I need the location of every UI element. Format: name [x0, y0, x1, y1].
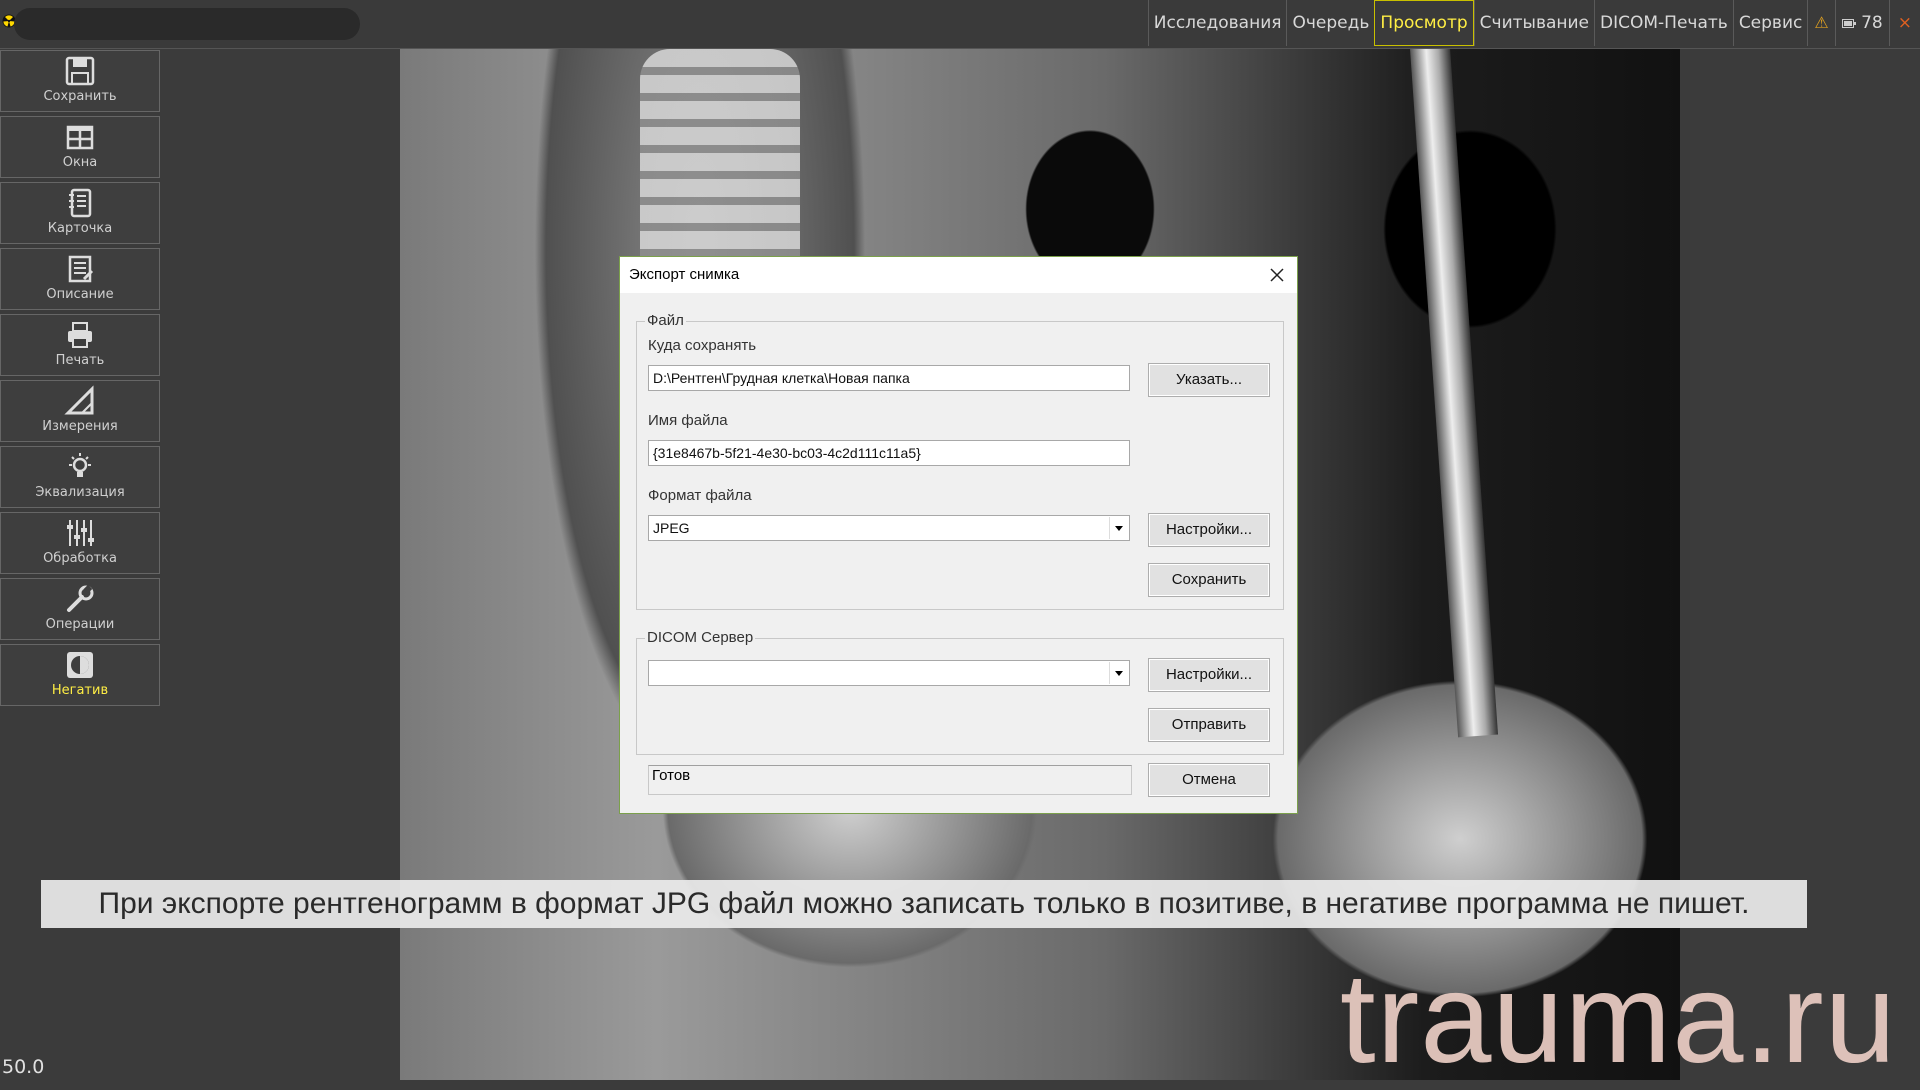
- path-field[interactable]: D:\Рентген\Грудная клетка\Новая папка: [648, 365, 1130, 391]
- save-button[interactable]: Сохранить: [1148, 563, 1270, 597]
- dicom-group-legend: DICOM Сервер: [645, 629, 756, 646]
- format-label: Формат файла: [648, 487, 752, 504]
- sliders-icon: [67, 520, 94, 546]
- zoom-level: 50.0: [2, 1056, 45, 1078]
- description-icon: [68, 255, 94, 283]
- tool-label: Сохранить: [43, 89, 117, 104]
- ruler-triangle-icon: [64, 385, 94, 415]
- window-title-redacted: [14, 8, 360, 40]
- menu-service[interactable]: Сервис: [1732, 0, 1808, 46]
- tool-processing[interactable]: Обработка: [0, 512, 160, 574]
- battery-indicator: 78: [1834, 0, 1889, 46]
- tool-label: Негатив: [51, 683, 109, 698]
- close-icon[interactable]: ×: [1888, 0, 1920, 46]
- tool-description[interactable]: Описание: [0, 248, 160, 310]
- browse-button[interactable]: Указать...: [1148, 363, 1270, 397]
- dialog-titlebar: Экспорт снимка: [620, 257, 1297, 293]
- tool-label: Окна: [62, 155, 98, 170]
- menu-reading[interactable]: Считывание: [1473, 0, 1594, 46]
- format-select[interactable]: JPEG: [648, 515, 1130, 541]
- menu-studies[interactable]: Исследования: [1147, 0, 1287, 46]
- tool-label: Обработка: [43, 551, 117, 566]
- left-toolbar: Сохранить Окна Карточка Описание Печать …: [0, 50, 162, 710]
- watermark: trauma.ru: [1340, 947, 1897, 1090]
- wrench-icon: [67, 584, 94, 612]
- printer-icon: [68, 322, 92, 348]
- tool-card[interactable]: Карточка: [0, 182, 160, 244]
- status-field: Готов: [648, 765, 1132, 795]
- notebook-icon: [69, 188, 92, 218]
- chevron-down-icon[interactable]: [1109, 517, 1128, 539]
- battery-icon: [1841, 18, 1856, 28]
- dialog-title: Экспорт снимка: [629, 266, 740, 283]
- tool-measurements[interactable]: Измерения: [0, 380, 160, 442]
- tool-save[interactable]: Сохранить: [0, 50, 160, 112]
- tool-label: Печать: [55, 353, 105, 368]
- battery-level: 78: [1861, 13, 1883, 33]
- menu-view[interactable]: Просмотр: [1374, 0, 1474, 46]
- file-group-legend: Файл: [645, 312, 686, 329]
- tool-print[interactable]: Печать: [0, 314, 160, 376]
- tool-label: Описание: [46, 287, 114, 302]
- windows-grid-icon: [66, 125, 94, 150]
- tool-operations[interactable]: Операции: [0, 578, 160, 640]
- top-menu: Исследования Очередь Просмотр Считывание…: [1147, 0, 1920, 48]
- chevron-down-icon[interactable]: [1109, 662, 1128, 684]
- tool-equalization[interactable]: Эквализация: [0, 446, 160, 508]
- format-settings-button[interactable]: Настройки...: [1148, 513, 1270, 547]
- top-bar: Исследования Очередь Просмотр Считывание…: [0, 0, 1920, 49]
- bulb-icon: [69, 453, 91, 477]
- export-dialog: Экспорт снимка Файл Куда сохранять D:\Ре…: [619, 256, 1298, 814]
- caption-text: При экспорте рентгенограмм в формат JPG …: [41, 880, 1807, 928]
- tool-label: Эквализация: [35, 485, 125, 500]
- tool-windows[interactable]: Окна: [0, 116, 160, 178]
- tool-label: Карточка: [47, 221, 113, 236]
- filename-field[interactable]: {31e8467b-5f21-4e30-bc03-4c2d111c11a5}: [648, 440, 1130, 466]
- dicom-settings-button[interactable]: Настройки...: [1148, 658, 1270, 692]
- filename-label: Имя файла: [648, 412, 728, 429]
- format-value: JPEG: [653, 520, 690, 536]
- xray-tube-shadow: [1410, 49, 1499, 738]
- send-button[interactable]: Отправить: [1148, 708, 1270, 742]
- negative-icon: [67, 652, 93, 678]
- cancel-button[interactable]: Отмена: [1148, 763, 1270, 797]
- dicom-server-select[interactable]: [648, 660, 1130, 686]
- tool-negative[interactable]: Негатив: [0, 644, 160, 706]
- close-icon[interactable]: [1265, 263, 1289, 287]
- menu-dicom-print[interactable]: DICOM-Печать: [1594, 0, 1733, 46]
- tool-label: Измерения: [42, 419, 118, 434]
- path-label: Куда сохранять: [648, 337, 757, 354]
- warning-icon[interactable]: ⚠: [1807, 0, 1834, 46]
- tool-label: Операции: [45, 617, 115, 632]
- menu-queue[interactable]: Очередь: [1286, 0, 1374, 46]
- floppy-icon: [65, 56, 95, 86]
